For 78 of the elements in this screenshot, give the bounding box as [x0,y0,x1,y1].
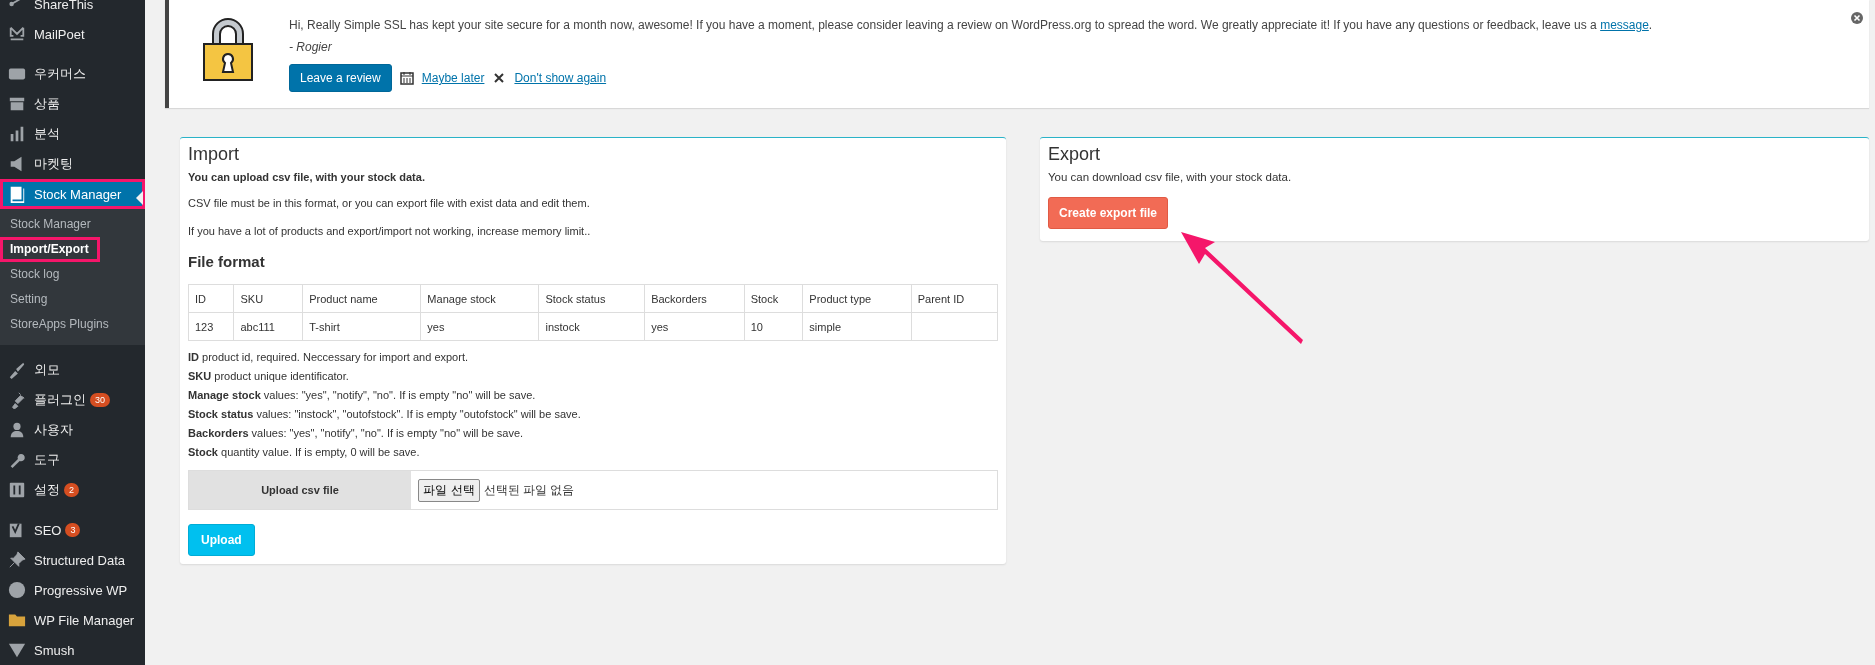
sidebar-item[interactable]: 도구 [0,445,145,475]
sidebar-item[interactable]: Smush [0,635,145,665]
submenu-item[interactable]: Stock Manager [0,212,102,237]
table-header: Backorders [644,284,745,313]
table-header: Stock status [538,284,645,313]
close-icon [492,71,507,85]
box-icon [8,95,26,113]
table-cell: 123 [188,312,234,341]
table-cell: yes [644,312,745,341]
field-note: ID product id, required. Neccessary for import and export. [188,351,469,363]
sidebar-item[interactable]: 분석 [0,119,145,149]
settings-icon [8,481,26,499]
sidebar-item[interactable]: Structured Data [0,545,145,575]
count-badge: 3 [65,523,81,537]
table-cell: yes [420,312,539,341]
choose-file-button[interactable]: 파일 선택 [418,478,480,502]
table-header: Stock [744,284,803,313]
sidebar-item[interactable]: 마켓팅 [0,149,145,179]
table-cell: abc111 [233,312,303,341]
submenu-item[interactable]: Stock log [0,262,71,287]
submenu-item[interactable]: Setting [0,287,59,312]
pin-icon [8,551,26,569]
sidebar-item[interactable]: WP File Manager [0,605,145,635]
table-cell: 10 [744,312,803,341]
field-note: SKU product unique identificator. [188,370,350,382]
section-heading: File format [188,253,266,270]
table-cell: instock [538,312,645,341]
leave-review-button[interactable]: Leave a review [289,64,392,92]
dont-show-again-link[interactable]: Don't show again [514,71,607,85]
count-badge: 30 [90,393,110,407]
maybe-later-link[interactable]: Maybe later [421,71,485,85]
table-header: SKU [233,284,303,313]
pwa-badge-icon [8,581,26,599]
sidebar-item[interactable]: SEO 3 [0,515,145,545]
chart-icon [8,125,26,143]
sidebar-item[interactable]: Stock Manager [0,179,145,209]
sidebar-item[interactable]: 외모 [0,355,145,385]
close-icon[interactable] [1851,12,1863,24]
user-icon [8,421,26,439]
signature: - Rogier [289,40,333,54]
message-link[interactable]: message [1600,18,1649,32]
calendar-icon [399,71,414,85]
table-header: Product name [302,284,421,313]
panel-lead: You can upload csv file, with your stock data. [188,171,426,183]
brush-icon [8,361,26,379]
sidebar-item[interactable]: MailPoet [0,19,145,49]
field-note: Stock status values: "instock", "outofstock". If is empty "outofstock" will be save. [188,408,582,420]
table-cell: T-shirt [302,312,421,341]
panel-title: Export [1048,144,1102,165]
submenu-item[interactable]: StoreApps Plugins [0,312,120,337]
sidebar-item[interactable]: 플러그인 30 [0,385,145,415]
field-note: Stock quantity value. If is empty, 0 will be save. [188,446,421,458]
sidebar-item[interactable]: 사용자 [0,415,145,445]
sidebar-item[interactable]: Progressive WP [0,575,145,605]
table-header: ID [188,284,234,313]
table-header: Manage stock [420,284,539,313]
notice-message: Hi, Really Simple SSL has kept your site secure for a month now, awesome! If you have a moment, please consider leaving a review on WordPress.org to spread the word. We greatly appreciate it! If you have any questions or feedback, leave us a message. [289,18,1653,32]
table-cell: simple [802,312,912,341]
panel-lead: You can download csv file, with your stock data. [1048,171,1293,183]
count-badge: 2 [64,483,79,497]
submenu-item[interactable]: Import/Export [0,237,100,262]
info-paragraph: If you have a lot of products and export/import not working, increase memory limit.. [188,225,592,237]
wrench-icon [8,451,26,469]
sidebar-item[interactable]: ShareThis [0,0,145,19]
field-note: Backorders values: "yes", "notify", "no". If is empty "no" will be save. [188,427,525,439]
info-paragraph: CSV file must be in this format, or you can export file with exist data and edit them. [188,197,591,209]
mail-icon [8,25,26,43]
sidebar-item[interactable]: 설정 2 [0,475,145,505]
table-header: Parent ID [911,284,998,313]
sidebar-item[interactable]: 상품 [0,89,145,119]
upload-label: Upload csv file [189,471,411,509]
sidebar-item[interactable]: 우커머스 [0,59,145,89]
triangle-icon [8,641,26,659]
field-note: Manage stock values: "yes", "notify", "no". If is empty "no" will be save. [188,389,537,401]
panel-title: Import [188,144,240,165]
book-icon [8,185,26,203]
table-header: Product type [802,284,912,313]
file-status: 선택된 파일 없음 [483,481,575,499]
